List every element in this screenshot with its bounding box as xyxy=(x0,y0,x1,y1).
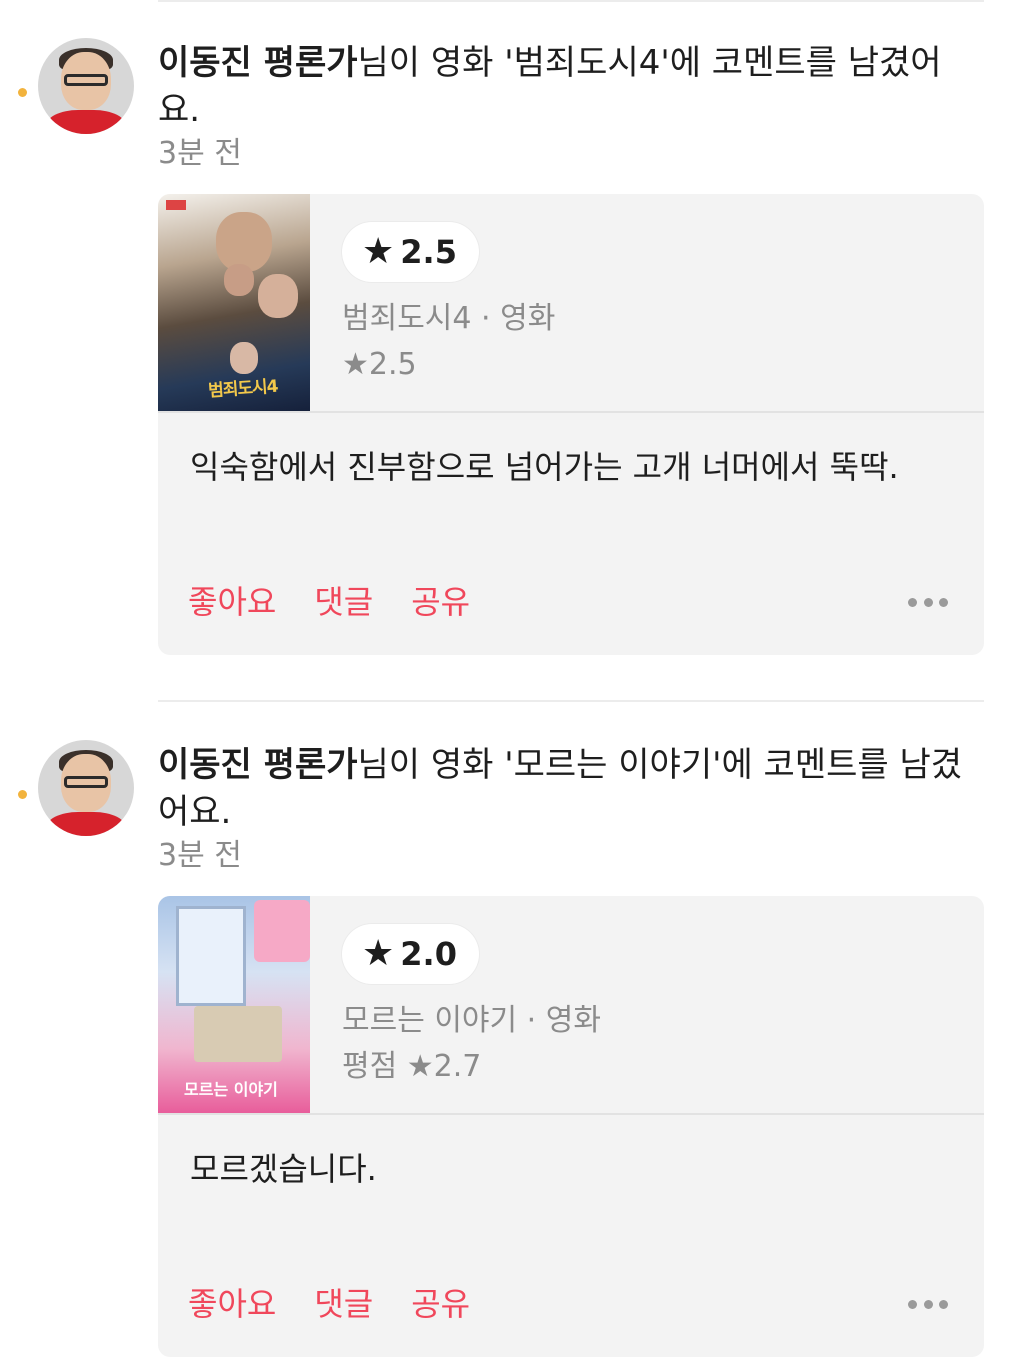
user-rating-value: 2.0 xyxy=(400,935,457,973)
poster-bed xyxy=(194,1006,282,1062)
poster-title: 모르는 이야기 xyxy=(184,1080,278,1099)
movie-summary[interactable]: 범죄도시4 ★ 2.5 범죄도시4 · 영화 ★2.5 xyxy=(158,194,984,412)
like-button[interactable]: 좋아요 xyxy=(188,578,276,626)
star-icon: ★ xyxy=(362,231,395,272)
comment-text[interactable]: 모르겠습니다. xyxy=(190,1144,930,1194)
reply-button[interactable]: 댓글 xyxy=(314,1280,373,1328)
card-divider xyxy=(158,411,984,413)
poster-figure xyxy=(224,264,254,296)
poster-window xyxy=(176,906,246,1006)
author-name[interactable]: 이동진 평론가 xyxy=(158,745,358,785)
comment-actions: 좋아요 댓글 공유 xyxy=(188,1280,508,1328)
activity-title[interactable]: 이동진 평론가님이 영화 '범죄도시4'에 코멘트를 남겼어요. xyxy=(158,40,978,134)
movie-poster[interactable]: 범죄도시4 xyxy=(158,194,310,412)
comment-actions: 좋아요 댓글 공유 xyxy=(188,578,508,626)
poster-figure xyxy=(216,212,272,272)
movie-meta: 모르는 이야기 · 영화 xyxy=(342,1003,601,1038)
average-rating-label: 평점 xyxy=(342,1049,398,1084)
star-icon: ★ xyxy=(362,933,395,974)
movie-summary[interactable]: 모르는 이야기 ★ 2.0 모르는 이야기 · 영화 평점 ★2.7 xyxy=(158,896,984,1114)
average-rating: ★2.5 xyxy=(342,344,417,386)
like-button[interactable]: 좋아요 xyxy=(188,1280,276,1328)
unread-indicator xyxy=(18,790,27,799)
share-button[interactable]: 공유 xyxy=(411,578,470,626)
comment-card[interactable]: 범죄도시4 ★ 2.5 범죄도시4 · 영화 ★2.5 익숙함에서 진부함으로 넘… xyxy=(158,194,984,655)
avatar-shirt xyxy=(46,812,126,836)
more-horizontal-icon[interactable] xyxy=(908,590,948,614)
author-name[interactable]: 이동진 평론가 xyxy=(158,43,358,83)
user-rating-value: 2.5 xyxy=(400,233,457,271)
avatar-shirt xyxy=(46,110,126,134)
feed-separator xyxy=(158,700,984,702)
avatar-glasses xyxy=(64,74,108,86)
movie-poster[interactable]: 모르는 이야기 xyxy=(158,896,310,1114)
activity-title[interactable]: 이동진 평론가님이 영화 '모르는 이야기'에 코멘트를 남겼어요. xyxy=(158,742,978,836)
reply-button[interactable]: 댓글 xyxy=(314,578,373,626)
timestamp: 3분 전 xyxy=(158,136,242,171)
poster-figure xyxy=(258,274,298,318)
share-button[interactable]: 공유 xyxy=(411,1280,470,1328)
average-rating-value: ★2.7 xyxy=(406,1049,482,1084)
comment-card[interactable]: 모르는 이야기 ★ 2.0 모르는 이야기 · 영화 평점 ★2.7 모르겠습니다… xyxy=(158,896,984,1357)
avatar-glasses xyxy=(64,776,108,788)
card-divider xyxy=(158,1113,984,1115)
average-rating: 평점 ★2.7 xyxy=(342,1046,481,1088)
poster-festival-mark xyxy=(166,200,186,210)
poster-title: 범죄도시4 xyxy=(207,376,279,402)
user-rating-badge: ★ 2.0 xyxy=(342,924,479,984)
user-rating-badge: ★ 2.5 xyxy=(342,222,479,282)
more-horizontal-icon[interactable] xyxy=(908,1292,948,1316)
unread-indicator xyxy=(18,88,27,97)
top-divider xyxy=(158,0,984,2)
comment-text[interactable]: 익숙함에서 진부함으로 넘어가는 고개 너머에서 뚝딱. xyxy=(190,442,930,492)
poster-figure xyxy=(230,342,258,374)
avatar[interactable] xyxy=(38,38,134,134)
movie-meta: 범죄도시4 · 영화 xyxy=(342,301,556,336)
average-rating-value: ★2.5 xyxy=(342,347,417,382)
poster-flower xyxy=(254,900,310,962)
timestamp: 3분 전 xyxy=(158,838,242,873)
avatar[interactable] xyxy=(38,740,134,836)
